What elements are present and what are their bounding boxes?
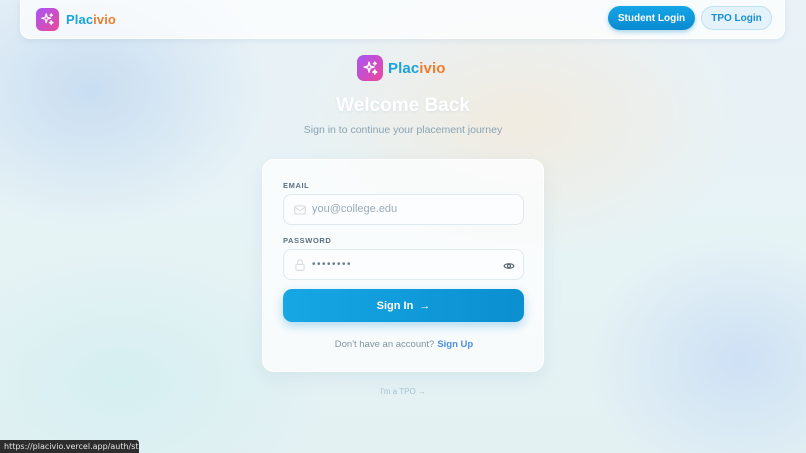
sparkles-icon — [357, 55, 383, 81]
password-value: •••••••• — [312, 259, 353, 270]
sign-in-label: Sign In — [376, 299, 414, 312]
sign-up-link[interactable]: Sign Up — [437, 339, 473, 350]
brand-name-part2: ivio — [93, 11, 116, 27]
no-account-text: Don't have an account? — [334, 339, 435, 350]
browser-status-url: https://placivio.vercel.app/auth/student — [0, 440, 139, 453]
lock-icon — [293, 258, 307, 272]
password-field[interactable]: •••••••• — [283, 249, 524, 280]
brand-name-part1: Plac — [66, 11, 94, 27]
top-navbar: Placivio Student Login TPO Login — [20, 0, 785, 39]
email-label: EMAIL — [283, 181, 310, 190]
brand-name: Placivio — [66, 12, 116, 27]
tpo-login-button[interactable]: TPO Login — [701, 6, 772, 30]
eye-icon[interactable] — [503, 259, 515, 277]
signup-prompt: Don't have an account? Sign Up — [263, 339, 545, 350]
arrow-right-icon: → — [419, 299, 431, 312]
password-label: PASSWORD — [283, 236, 332, 245]
sparkles-icon — [36, 7, 59, 31]
sign-in-button[interactable]: Sign In → — [283, 289, 524, 322]
mail-icon — [293, 203, 307, 217]
email-field[interactable]: you@college.edu — [283, 194, 524, 225]
student-login-button[interactable]: Student Login — [608, 6, 695, 30]
center-brand-part1: Plac — [388, 59, 420, 77]
center-brand-logo: Placivio — [357, 55, 446, 81]
tpo-switch-link[interactable]: I'm a TPO → — [0, 387, 806, 396]
login-card: EMAIL you@college.edu PASSWORD •••••••• … — [262, 159, 544, 372]
center-brand-part2: ivio — [419, 59, 446, 77]
center-brand-name: Placivio — [388, 60, 446, 77]
page-subtitle: Sign in to continue your placement journ… — [303, 124, 503, 136]
brand-logo[interactable]: Placivio — [36, 7, 116, 31]
page-title: Welcome Back — [336, 95, 470, 116]
email-placeholder: you@college.edu — [312, 203, 398, 215]
